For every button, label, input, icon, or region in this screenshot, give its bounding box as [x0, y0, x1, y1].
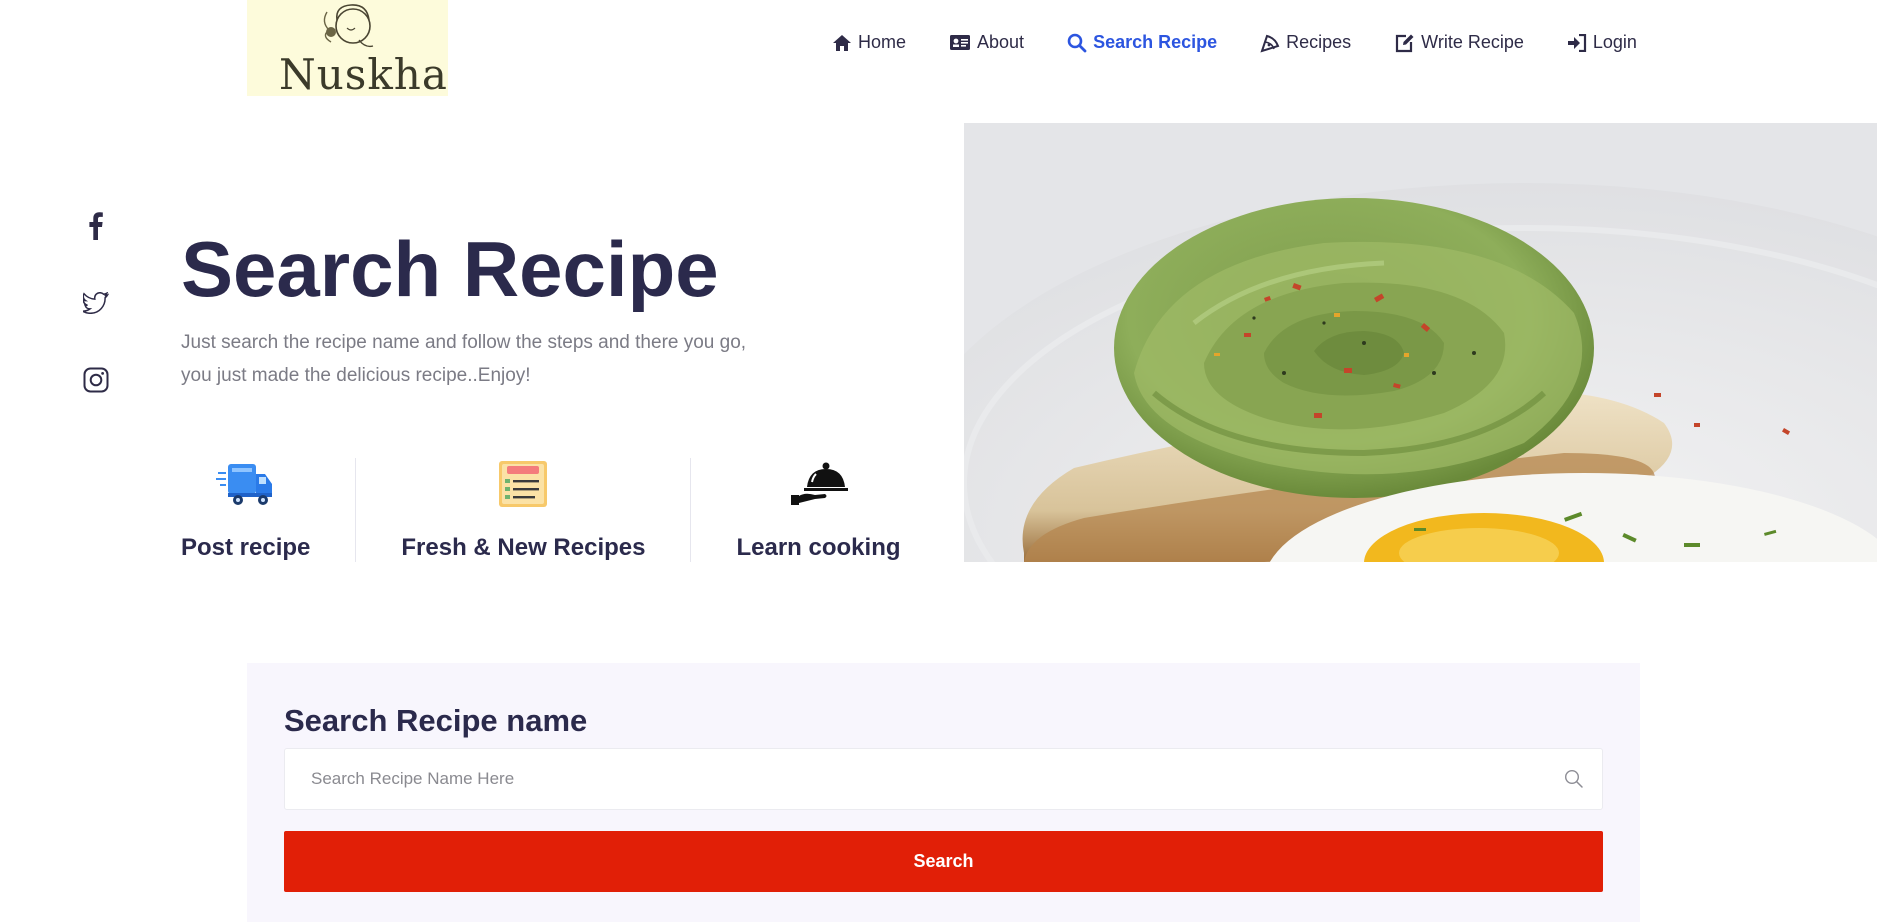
sign-in-icon: [1567, 33, 1586, 52]
recipe-list-icon: [499, 461, 548, 507]
edit-icon: [1396, 34, 1414, 52]
nav-recipes[interactable]: Recipes: [1260, 32, 1351, 53]
instagram-icon: [83, 367, 109, 393]
feature-list: Post recipe Fresh & New Recipes Learn co…: [181, 458, 901, 562]
social-links: [80, 210, 112, 441]
nav-search-recipe-label: Search Recipe: [1093, 32, 1218, 52]
nav-search-recipe[interactable]: Search Recipe: [1067, 32, 1217, 53]
search-box: [284, 748, 1603, 810]
twitter-link[interactable]: [80, 287, 112, 319]
facebook-icon: [89, 212, 103, 240]
nav-home-label: Home: [858, 32, 907, 52]
pizza-slice-icon: [1260, 34, 1280, 53]
feature-divider: [355, 458, 357, 562]
serving-cloche-icon: [790, 462, 848, 505]
search-panel-title: Search Recipe name: [284, 703, 588, 738]
search-panel: Search Recipe name Search: [247, 663, 1640, 922]
twitter-icon: [83, 292, 109, 314]
search-icon: [1067, 33, 1087, 52]
avocado-toast-illustration: [964, 123, 1877, 562]
feature-fresh-recipes: Fresh & New Recipes: [401, 458, 645, 562]
search-icon[interactable]: [1564, 769, 1584, 789]
nav-write-recipe-label: Write Recipe: [1421, 32, 1524, 52]
id-card-icon: [950, 35, 971, 50]
nav-about[interactable]: About: [949, 32, 1024, 53]
main-nav: Home About Search Recipe Recipes Write R…: [832, 32, 1637, 53]
page-title: Search Recipe: [181, 225, 719, 313]
feature-divider: [690, 458, 692, 562]
instagram-link[interactable]: [80, 364, 112, 396]
feature-post-recipe: Post recipe: [181, 458, 310, 562]
nav-about-label: About: [977, 32, 1025, 52]
brand-name: Nuskha: [279, 50, 448, 96]
nav-login-label: Login: [1592, 32, 1637, 52]
brand-logo[interactable]: Nuskha: [247, 0, 448, 96]
feature-learn-cooking-label: Learn cooking: [736, 534, 901, 561]
search-button[interactable]: Search: [284, 831, 1603, 892]
delivery-truck-icon: [215, 464, 272, 505]
nav-write-recipe[interactable]: Write Recipe: [1394, 32, 1524, 53]
home-icon: [833, 34, 851, 51]
recipe-search-input[interactable]: [285, 749, 1602, 809]
feature-learn-cooking: Learn cooking: [736, 458, 901, 562]
feature-post-recipe-label: Post recipe: [181, 534, 311, 561]
feature-fresh-recipes-label: Fresh & New Recipes: [401, 534, 646, 561]
nav-home[interactable]: Home: [832, 32, 906, 53]
facebook-link[interactable]: [80, 210, 112, 242]
nav-recipes-label: Recipes: [1286, 32, 1352, 52]
nav-login[interactable]: Login: [1567, 32, 1637, 53]
hero-image: [964, 123, 1877, 562]
hero-description: Just search the recipe name and follow t…: [181, 332, 747, 386]
